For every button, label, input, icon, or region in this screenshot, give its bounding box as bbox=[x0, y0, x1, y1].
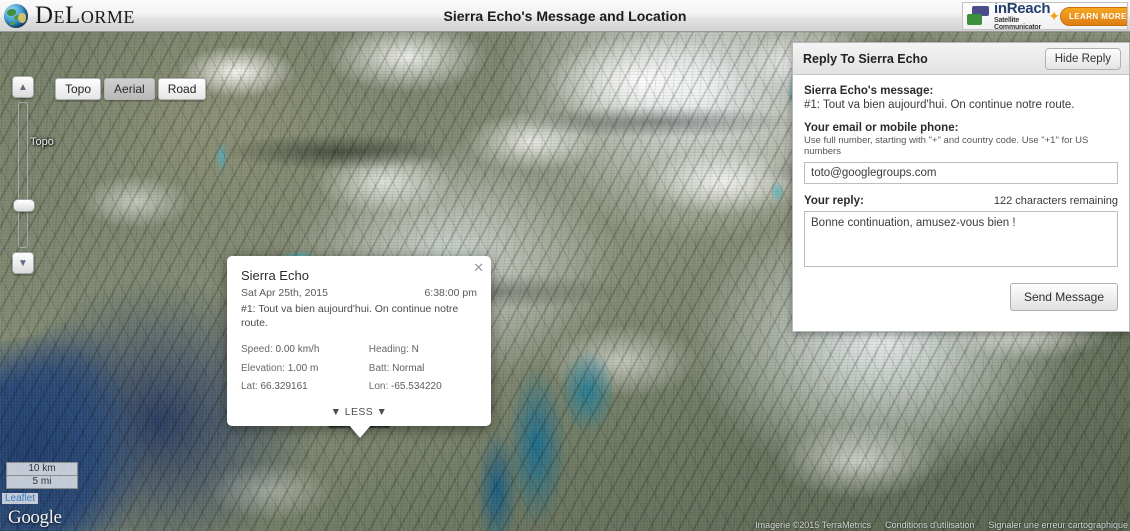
inreach-ad-banner[interactable]: inReach Satellite Communicator ✦ LEARN M… bbox=[962, 2, 1128, 30]
popup-stat-elevation: Elevation: 1.00 m bbox=[241, 360, 366, 379]
reply-field-header: Your reply: 122 characters remaining bbox=[804, 195, 1118, 207]
send-row: Send Message bbox=[804, 283, 1118, 311]
popup-datetime-row: Sat Apr 25th, 2015 6:38:00 pm bbox=[241, 287, 477, 299]
received-message-text: #1: Tout va bien aujourd'hui. On continu… bbox=[804, 99, 1075, 111]
map-popup: ✕ Sierra Echo Sat Apr 25th, 2015 6:38:00… bbox=[227, 256, 491, 426]
attribution-imagery: Imagerie ©2015 TerraMetrics bbox=[755, 520, 872, 530]
attribution-report-link[interactable]: Signaler une erreur cartographique bbox=[988, 520, 1128, 530]
popup-stat-battery-key: Batt: bbox=[368, 362, 390, 374]
popup-less-toggle[interactable]: ▼ LESS ▼ bbox=[241, 406, 477, 420]
popup-stat-speed-key: Speed: bbox=[241, 344, 273, 356]
popup-stat-row: Speed: 0.00 km/h Heading: N bbox=[241, 341, 477, 360]
reply-panel-footer bbox=[793, 323, 1129, 331]
popup-stat-lat-value: 66.329161 bbox=[260, 381, 308, 393]
map-scale-control: 10 km 5 mi bbox=[6, 462, 78, 489]
reply-panel-body: Sierra Echo's message: #1: Tout va bien … bbox=[793, 75, 1129, 323]
scale-imperial: 5 mi bbox=[6, 476, 78, 489]
popup-message: #1: Tout va bien aujourd'hui. On continu… bbox=[241, 303, 459, 330]
contact-hint: Use full number, starting with "+" and c… bbox=[804, 135, 1089, 157]
popup-stat-elevation-value: 1.00 m bbox=[287, 362, 319, 374]
popup-stat-speed: Speed: 0.00 km/h bbox=[241, 341, 366, 360]
popup-stat-speed-value: 0.00 km/h bbox=[275, 344, 320, 356]
zoom-out-button[interactable]: ▼ bbox=[12, 252, 34, 274]
layer-button-aerial[interactable]: Aerial bbox=[104, 78, 155, 100]
star-icon: ✦ bbox=[1048, 7, 1060, 24]
page-title: Sierra Echo's Message and Location bbox=[443, 7, 687, 24]
brand-name: DeLorme bbox=[35, 1, 135, 29]
characters-remaining: 122 characters remaining bbox=[993, 195, 1118, 207]
popup-date: Sat Apr 25th, 2015 bbox=[241, 287, 328, 299]
popup-stat-row: Lat: 66.329161 Lon: -65.534220 bbox=[241, 378, 477, 397]
map-attribution: Imagerie ©2015 TerraMetrics Conditions d… bbox=[755, 520, 1128, 530]
popup-stat-heading-key: Heading: bbox=[368, 344, 409, 356]
top-header-bar: DeLorme Sierra Echo's Message and Locati… bbox=[0, 0, 1130, 32]
ad-product-name: inReach bbox=[994, 2, 1051, 17]
zoom-level-tooltip: Topo bbox=[30, 136, 54, 148]
zoom-control: ▲ ▼ bbox=[12, 76, 35, 274]
contact-input[interactable] bbox=[804, 162, 1118, 184]
popup-stat-lat: Lat: 66.329161 bbox=[241, 378, 366, 397]
zoom-in-button[interactable]: ▲ bbox=[12, 76, 34, 98]
contact-label: Your email or mobile phone: bbox=[804, 122, 959, 134]
layer-button-topo[interactable]: Topo bbox=[55, 78, 102, 100]
popup-stat-elevation-key: Elevation: bbox=[241, 362, 285, 374]
layer-button-road[interactable]: Road bbox=[157, 78, 207, 100]
popup-stat-row: Elevation: 1.00 m Batt: Normal bbox=[241, 360, 477, 379]
application-window: DeLorme Sierra Echo's Message and Locati… bbox=[0, 0, 1130, 531]
popup-stat-battery: Batt: Normal bbox=[369, 360, 425, 379]
zoom-slider-handle[interactable] bbox=[13, 199, 35, 212]
reply-panel-header: Reply To Sierra Echo Hide Reply bbox=[793, 43, 1129, 75]
popup-stat-lon-key: Lon: bbox=[368, 381, 389, 393]
popup-title: Sierra Echo bbox=[241, 268, 309, 283]
map-layer-switcher: Topo Aerial Road bbox=[55, 78, 209, 100]
popup-stat-heading-value: N bbox=[411, 344, 419, 356]
zoom-slider-track[interactable] bbox=[13, 102, 35, 248]
popup-stat-battery-value: Normal bbox=[392, 362, 425, 374]
scale-metric: 10 km bbox=[6, 462, 78, 476]
popup-stat-lat-key: Lat: bbox=[241, 381, 258, 393]
reply-textarea[interactable] bbox=[804, 211, 1118, 267]
brand-logo[interactable]: DeLorme bbox=[0, 2, 135, 30]
popup-time: 6:38:00 pm bbox=[424, 287, 477, 299]
ad-tagline: Satellite Communicator bbox=[994, 17, 1041, 30]
chat-bubbles-icon bbox=[966, 5, 992, 27]
popup-stat-lon-value: -65.534220 bbox=[391, 381, 442, 393]
close-icon[interactable]: ✕ bbox=[473, 261, 484, 274]
google-logo: Google bbox=[8, 507, 62, 528]
popup-stats: Speed: 0.00 km/h Heading: N Elevation: 1… bbox=[241, 341, 477, 397]
hide-reply-button[interactable]: Hide Reply bbox=[1044, 47, 1121, 70]
reply-panel: Reply To Sierra Echo Hide Reply Sierra E… bbox=[792, 42, 1130, 332]
attribution-terms-link[interactable]: Conditions d'utilisation bbox=[885, 520, 974, 530]
reply-panel-title: Reply To Sierra Echo bbox=[803, 51, 928, 66]
globe-icon bbox=[4, 3, 28, 28]
popup-stat-lon: Lon: -65.534220 bbox=[369, 378, 442, 397]
leaflet-attribution-link[interactable]: Leaflet bbox=[2, 493, 39, 504]
reply-label: Your reply: bbox=[804, 195, 864, 207]
send-message-button[interactable]: Send Message bbox=[1009, 283, 1118, 311]
learn-more-button[interactable]: LEARN MORE bbox=[1060, 6, 1127, 26]
popup-stat-heading: Heading: N bbox=[369, 341, 419, 360]
ad-text-block: inReach Satellite Communicator bbox=[994, 2, 1051, 30]
received-message-label: Sierra Echo's message: bbox=[804, 85, 934, 97]
